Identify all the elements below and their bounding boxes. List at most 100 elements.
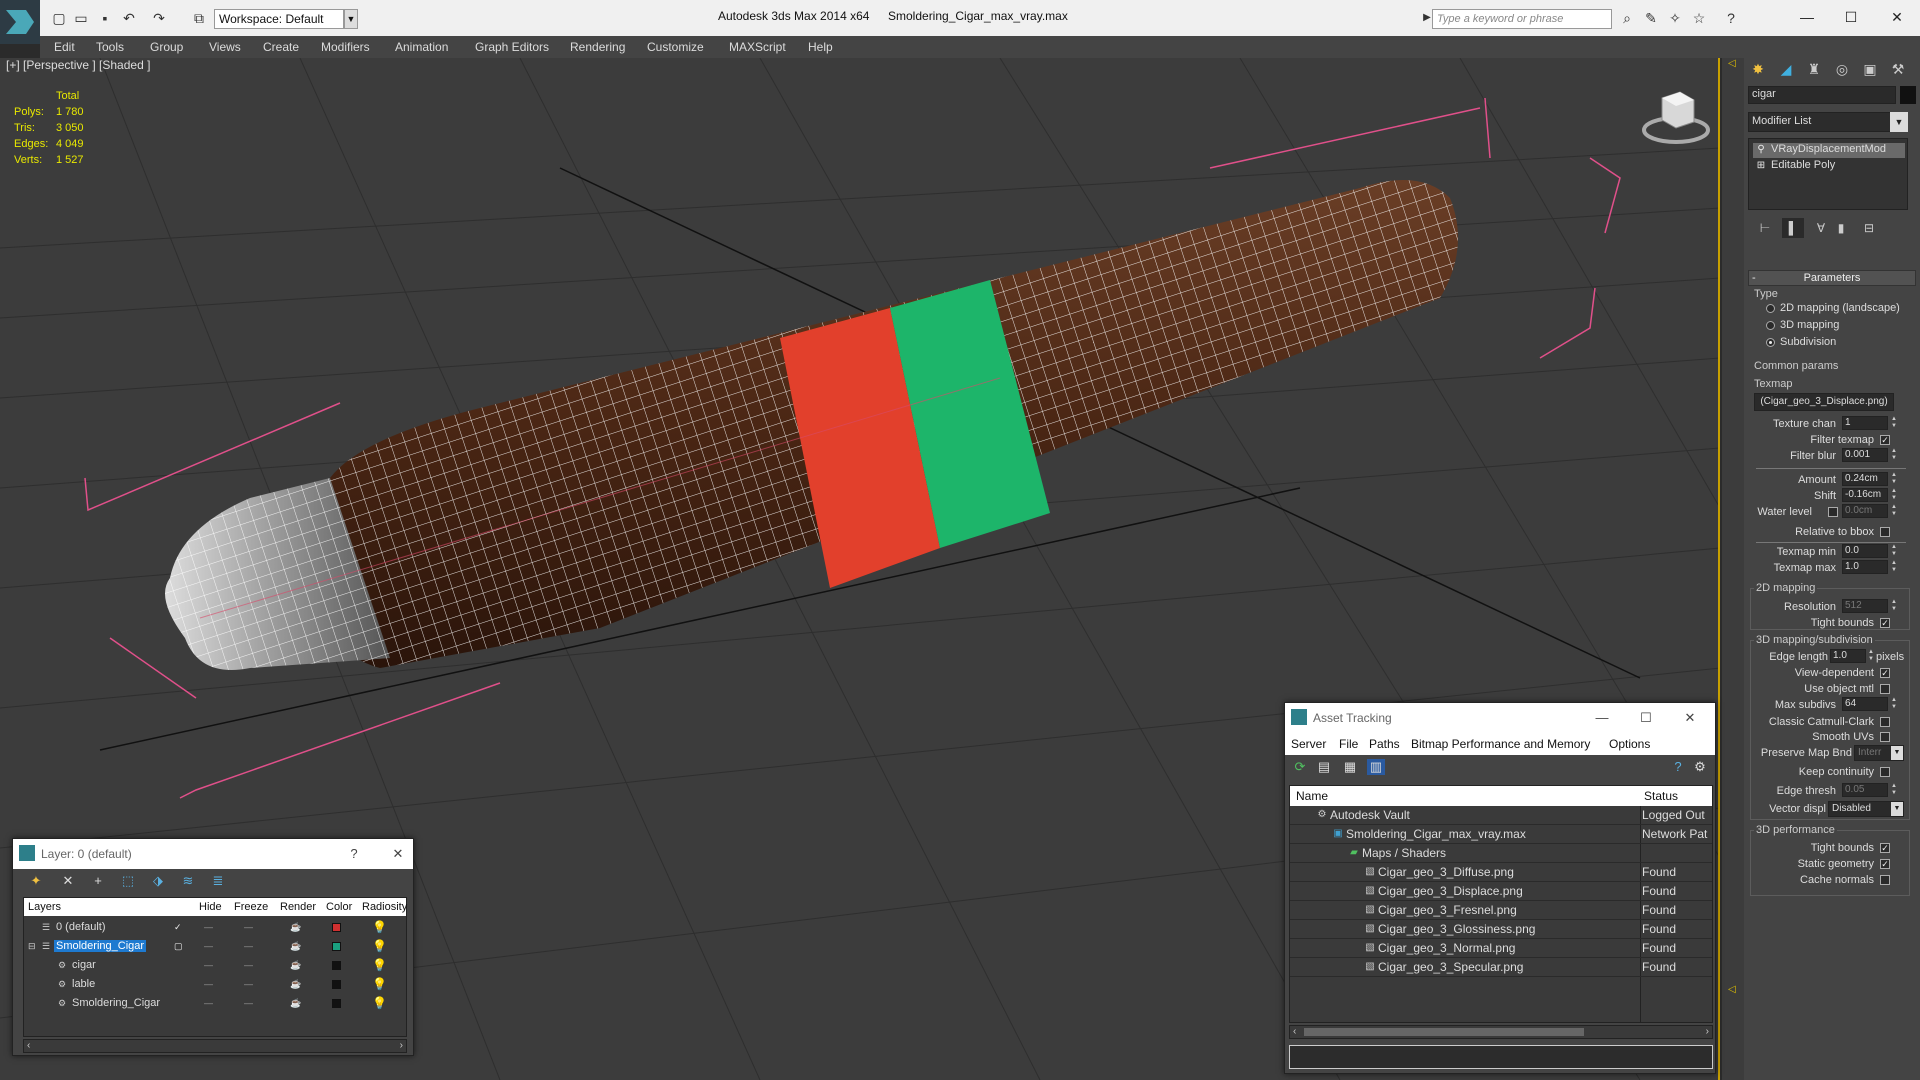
tight-bounds-checkbox[interactable]: ✓ — [1880, 618, 1890, 628]
asset-menu-bitmap-performance[interactable]: Bitmap Performance and Memory — [1411, 737, 1590, 751]
freeze-toggle[interactable]: — — [244, 922, 253, 932]
spinner-arrows-icon[interactable]: ▲ ▼ — [1890, 472, 1898, 486]
layer-color-swatch[interactable] — [332, 961, 341, 970]
layer-color-swatch[interactable] — [332, 942, 341, 951]
col-render[interactable]: Render — [280, 901, 316, 913]
spinner-arrows-icon[interactable]: ▲ ▼ — [1890, 448, 1898, 462]
asset-row[interactable]: ▧ Cigar_geo_3_Displace.png Found — [1290, 882, 1712, 901]
freeze-unfreeze-all-icon[interactable]: ≣ — [209, 873, 227, 889]
hide-toggle[interactable]: — — [204, 960, 213, 970]
radiosity-bulb-icon[interactable]: 💡 — [372, 958, 387, 972]
col-name[interactable]: Name — [1296, 789, 1328, 803]
layer-window-titlebar[interactable]: Layer: 0 (default) ? ✕ — [13, 839, 413, 869]
resolution-spinner[interactable]: 512 — [1842, 599, 1888, 613]
filter-texmap-checkbox[interactable]: ✓ — [1880, 435, 1890, 445]
filter-blur-spinner[interactable]: 0.001 — [1842, 448, 1888, 462]
layer-row[interactable]: ☰ 0 (default) ✓ — — ☕ 💡 — [24, 918, 406, 937]
water-level-spinner[interactable]: 0.0cm — [1842, 504, 1888, 518]
texmap-min-spinner[interactable]: 0.0 — [1842, 544, 1888, 558]
thumbnail-view-icon[interactable]: ▦ — [1341, 759, 1359, 775]
menu-tools[interactable]: Tools — [96, 40, 124, 54]
spinner-arrows-icon[interactable]: ▲ ▼ — [1890, 544, 1898, 558]
menu-help[interactable]: Help — [808, 40, 833, 54]
vector-displ-dropdown[interactable]: Disabled ▼ — [1828, 801, 1904, 817]
modifier-list-dropdown[interactable]: Modifier List — [1748, 112, 1908, 132]
asset-menu-paths[interactable]: Paths — [1369, 737, 1400, 751]
freeze-toggle[interactable]: — — [244, 998, 253, 1008]
maximize-button[interactable]: ☐ — [1838, 6, 1864, 28]
asset-row[interactable]: ▧ Cigar_geo_3_Specular.png Found — [1290, 958, 1712, 977]
hide-toggle[interactable]: — — [204, 941, 213, 951]
asset-menu-options[interactable]: Options — [1609, 737, 1650, 751]
col-radiosity[interactable]: Radiosity — [362, 901, 407, 913]
perf-tight-bounds-checkbox[interactable]: ✓ — [1880, 843, 1890, 853]
undo-icon[interactable]: ↶ — [120, 10, 138, 26]
delete-layer-icon[interactable]: ✕ — [59, 873, 77, 889]
menu-modifiers[interactable]: Modifiers — [321, 40, 370, 54]
new-layer-icon[interactable]: ✦ — [27, 873, 45, 889]
asset-menu-server[interactable]: Server — [1291, 737, 1326, 751]
menu-maxscript[interactable]: MAXScript — [729, 40, 786, 54]
radio-subdivision[interactable] — [1766, 338, 1775, 347]
panel-splitter[interactable]: ◁ ◁ — [1722, 58, 1744, 1080]
save-file-icon[interactable]: ▪ — [96, 10, 114, 26]
redo-icon[interactable]: ↷ — [150, 10, 168, 26]
radiosity-bulb-icon[interactable]: 💡 — [372, 977, 387, 991]
spinner-arrows-icon[interactable]: ▲ ▼ — [1890, 488, 1898, 502]
app-logo-button[interactable] — [0, 0, 40, 44]
texmap-max-spinner[interactable]: 1.0 — [1842, 560, 1888, 574]
object-color-swatch[interactable] — [1900, 86, 1916, 104]
asset-window-titlebar[interactable]: Asset Tracking — ☐ ✕ — [1285, 703, 1715, 733]
freeze-toggle[interactable]: — — [244, 960, 253, 970]
modify-tab-icon[interactable]: ◢ — [1774, 58, 1798, 80]
col-hide[interactable]: Hide — [199, 901, 222, 913]
remove-modifier-icon[interactable]: ▮ — [1830, 218, 1852, 238]
menu-views[interactable]: Views — [209, 40, 241, 54]
search-input[interactable]: Type a keyword or phrase — [1432, 9, 1612, 29]
lightbulb-icon[interactable]: ⚲ — [1755, 144, 1767, 156]
menu-customize[interactable]: Customize — [647, 40, 704, 54]
render-teapot-icon[interactable]: ☕ — [290, 998, 301, 1009]
hide-unhide-all-icon[interactable]: ≋ — [179, 873, 197, 889]
shift-spinner[interactable]: -0.16cm — [1842, 488, 1888, 502]
layer-color-swatch[interactable] — [332, 923, 341, 932]
spinner-arrows-icon[interactable]: ▲ ▼ — [1890, 504, 1898, 518]
project-folder-icon[interactable]: ⧉ — [190, 10, 208, 26]
col-layers[interactable]: Layers — [28, 901, 61, 913]
refresh-icon[interactable]: ⟳ — [1291, 759, 1309, 775]
menu-group[interactable]: Group — [150, 40, 183, 54]
keep-continuity-checkbox[interactable] — [1880, 767, 1890, 777]
make-unique-icon[interactable]: ∀ — [1810, 218, 1832, 238]
menu-edit[interactable]: Edit — [54, 40, 75, 54]
binoculars-icon[interactable]: ⌕ — [1618, 10, 1636, 26]
render-teapot-icon[interactable]: ☕ — [290, 979, 301, 990]
hierarchy-tab-icon[interactable]: ♜ — [1802, 58, 1826, 80]
layer-row[interactable]: ⚙ lable — — ☕ 💡 — [24, 975, 406, 994]
asset-row[interactable]: ▣ Smoldering_Cigar_max_vray.max Network … — [1290, 825, 1712, 844]
spinner-arrows-icon[interactable]: ▲ ▼ — [1867, 649, 1875, 663]
menu-rendering[interactable]: Rendering — [570, 40, 625, 54]
close-button[interactable]: ✕ — [1679, 708, 1701, 728]
show-end-result-icon[interactable]: ▌ — [1782, 218, 1804, 238]
chevron-down-icon[interactable]: ▼ — [1890, 112, 1908, 132]
open-file-icon[interactable]: ▭ — [72, 10, 90, 26]
spinner-arrows-icon[interactable]: ▲ ▼ — [1890, 560, 1898, 574]
spinner-arrows-icon[interactable]: ▲ ▼ — [1890, 416, 1898, 430]
texture-chan-spinner[interactable]: 1 — [1842, 416, 1888, 430]
cache-normals-checkbox[interactable] — [1880, 875, 1890, 885]
object-name-input[interactable]: cigar — [1748, 86, 1896, 104]
edge-length-spinner[interactable]: 1.0 — [1830, 649, 1866, 663]
radiosity-bulb-icon[interactable]: 💡 — [372, 939, 387, 953]
use-object-mtl-checkbox[interactable] — [1880, 684, 1890, 694]
preserve-map-bnd-dropdown[interactable]: Interr ▼ — [1854, 745, 1904, 761]
layer-color-swatch[interactable] — [332, 980, 341, 989]
layer-row[interactable]: ⚙ Smoldering_Cigar — — ☕ 💡 — [24, 994, 406, 1013]
render-teapot-icon[interactable]: ☕ — [290, 941, 301, 952]
render-teapot-icon[interactable]: ☕ — [290, 922, 301, 933]
select-objects-icon[interactable]: ⬚ — [119, 873, 137, 889]
active-layer-check-icon[interactable]: ✓ — [174, 922, 182, 933]
chevron-down-icon[interactable]: ▼ — [344, 9, 358, 29]
hide-toggle[interactable]: — — [204, 979, 213, 989]
favorites-star-icon[interactable]: ☆ — [1690, 10, 1708, 26]
menu-animation[interactable]: Animation — [395, 40, 448, 54]
